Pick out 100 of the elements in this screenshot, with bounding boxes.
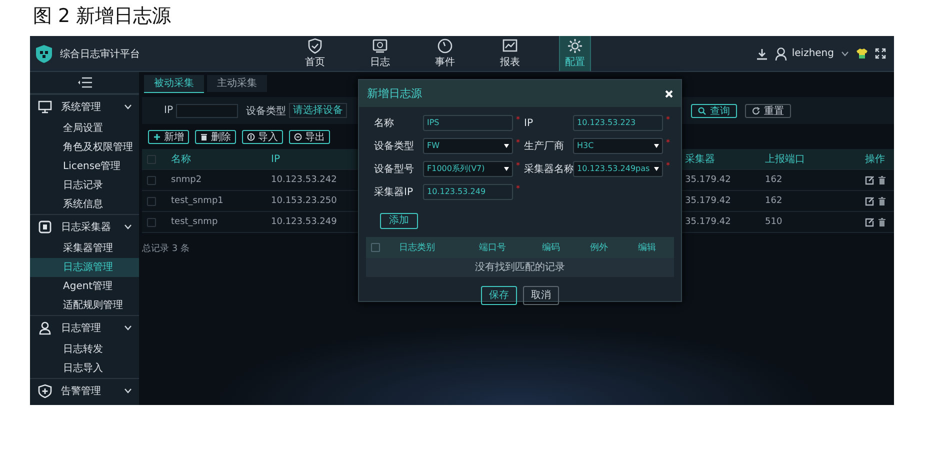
trash-icon[interactable] [878, 176, 886, 184]
column-header: 操作 [865, 153, 886, 166]
toolbar-button[interactable]: 导出 [289, 130, 330, 144]
column-header: 编码 [542, 242, 561, 254]
gauge-icon [437, 38, 453, 54]
table-cell-text: snmp2 [171, 175, 203, 185]
required-mark: * [516, 138, 520, 147]
table-cell-text: 10.123.53.249 [271, 217, 338, 227]
sidebar-item[interactable]: 适配规则管理 [30, 296, 139, 315]
column-header: 名称 [171, 153, 192, 166]
empty-message: 没有找到匹配的记录 [366, 258, 674, 277]
dropdown-arrow-icon [654, 144, 659, 148]
save-button[interactable]: 保存 [481, 286, 517, 305]
field-label: 采集器IP [374, 186, 414, 199]
required-mark: * [516, 184, 520, 193]
dialog-title: 新增日志源 [367, 86, 422, 101]
column-header: 编辑 [638, 242, 656, 254]
logo-icon [34, 44, 54, 64]
download-icon[interactable] [756, 48, 768, 60]
query-button[interactable]: 查询 [691, 104, 737, 118]
toolbar-button[interactable]: 新增 [148, 130, 189, 144]
table-cell-text: test_snmp [171, 217, 219, 227]
column-header: 例外 [590, 242, 609, 254]
required-mark: * [666, 161, 670, 170]
field-label: 设备类型 [246, 104, 286, 118]
table-cell-text: 162 [765, 196, 784, 206]
field-label: 名称 [374, 117, 395, 130]
edit-icon[interactable] [865, 176, 874, 184]
nav-tab[interactable]: 日志 [364, 36, 396, 71]
input-field[interactable]: IPS [423, 115, 513, 131]
checkbox[interactable] [147, 218, 156, 226]
nav-tab[interactable]: 首页 [299, 36, 331, 71]
trash-icon [200, 133, 208, 141]
reset-button[interactable]: 重置 [745, 104, 791, 118]
app-title: 综合日志审计平台 [60, 48, 140, 60]
tab[interactable]: 被动采集 [144, 75, 204, 93]
sidebar-item[interactable]: 系统信息 [30, 195, 139, 214]
field-label: IP [164, 105, 173, 116]
cancel-button[interactable]: 取消 [523, 286, 559, 305]
sidebar-item[interactable]: 角色及权限管理 [30, 138, 139, 157]
close-icon[interactable] [665, 90, 673, 98]
edit-icon[interactable] [865, 218, 874, 226]
sidebar-item[interactable]: 日志转发 [30, 340, 139, 359]
tab[interactable]: 主动采集 [207, 75, 267, 92]
checkbox[interactable] [147, 176, 156, 184]
sidebar-item[interactable]: Agent管理 [30, 277, 139, 296]
field-label: 设备类型 [374, 140, 415, 153]
line-chart-icon [502, 38, 518, 54]
table-cell-text: 510 [765, 217, 784, 227]
shield-check-icon [307, 38, 323, 54]
field-label: 采集器名称 [524, 162, 573, 176]
shirt-icon[interactable] [856, 48, 868, 59]
chevron-down-icon [124, 104, 132, 110]
chevron-down-icon [124, 325, 132, 331]
input-field[interactable]: 10.123.53.249 [423, 184, 513, 200]
table-cell-text: test_snmp1 [171, 196, 224, 206]
dropdown-arrow-icon [504, 167, 509, 171]
toolbar-button[interactable]: 删除 [195, 130, 236, 144]
sidebar-item[interactable]: License管理 [30, 157, 139, 176]
column-header: IP [271, 154, 281, 164]
sidebar-item[interactable]: 全局设置 [30, 119, 139, 138]
trash-icon[interactable] [878, 196, 886, 206]
sidebar-item[interactable]: 日志源管理 [30, 258, 139, 277]
sidebar-item[interactable]: 日志导入 [30, 359, 139, 378]
required-mark: * [666, 138, 670, 147]
select-field[interactable]: 10.123.53.249pas [573, 161, 663, 177]
search-icon [698, 106, 706, 114]
select-field[interactable]: F1000系列(V7) [423, 161, 513, 177]
checkbox[interactable] [371, 243, 380, 252]
table-cell-text: 162 [765, 175, 784, 185]
sidebar-item[interactable]: 采集器管理 [30, 239, 139, 258]
edit-icon[interactable] [865, 196, 874, 206]
table-cell-text: 10.153.23.250 [271, 196, 338, 206]
add-button[interactable]: 添加 [380, 213, 418, 229]
nav-tab[interactable]: 事件 [429, 36, 461, 71]
select-field[interactable]: FW [423, 138, 513, 154]
checkbox[interactable] [147, 196, 156, 206]
nav-tab[interactable]: 报表 [494, 36, 526, 71]
input-field[interactable]: 10.123.53.223 [573, 115, 663, 131]
field-label: 生产厂商 [524, 140, 565, 153]
chevron-down-icon [841, 50, 849, 56]
monitor-icon [372, 38, 388, 54]
person-icon [38, 321, 52, 335]
ip-input-field[interactable] [176, 104, 238, 118]
required-mark: * [666, 115, 670, 124]
square-icon [38, 220, 52, 234]
nav-tab[interactable]: 配置 [559, 36, 591, 71]
toolbar-button[interactable]: 导入 [242, 130, 283, 144]
menu-icon[interactable] [76, 77, 92, 88]
column-header: 端口号 [479, 242, 507, 254]
select-field[interactable]: H3C [573, 138, 663, 154]
refresh-icon [752, 106, 760, 114]
user-name[interactable]: leizheng [792, 48, 834, 59]
figure-caption: 图 2 新增日志源 [32, 4, 172, 29]
trash-icon[interactable] [878, 218, 886, 226]
field-label: 设备型号 [374, 162, 415, 176]
device-type-select[interactable]: 请选择设备 [288, 103, 347, 118]
sidebar-item[interactable]: 日志记录 [30, 176, 139, 195]
fullscreen-icon[interactable] [875, 48, 886, 59]
circle-icon [294, 133, 302, 141]
